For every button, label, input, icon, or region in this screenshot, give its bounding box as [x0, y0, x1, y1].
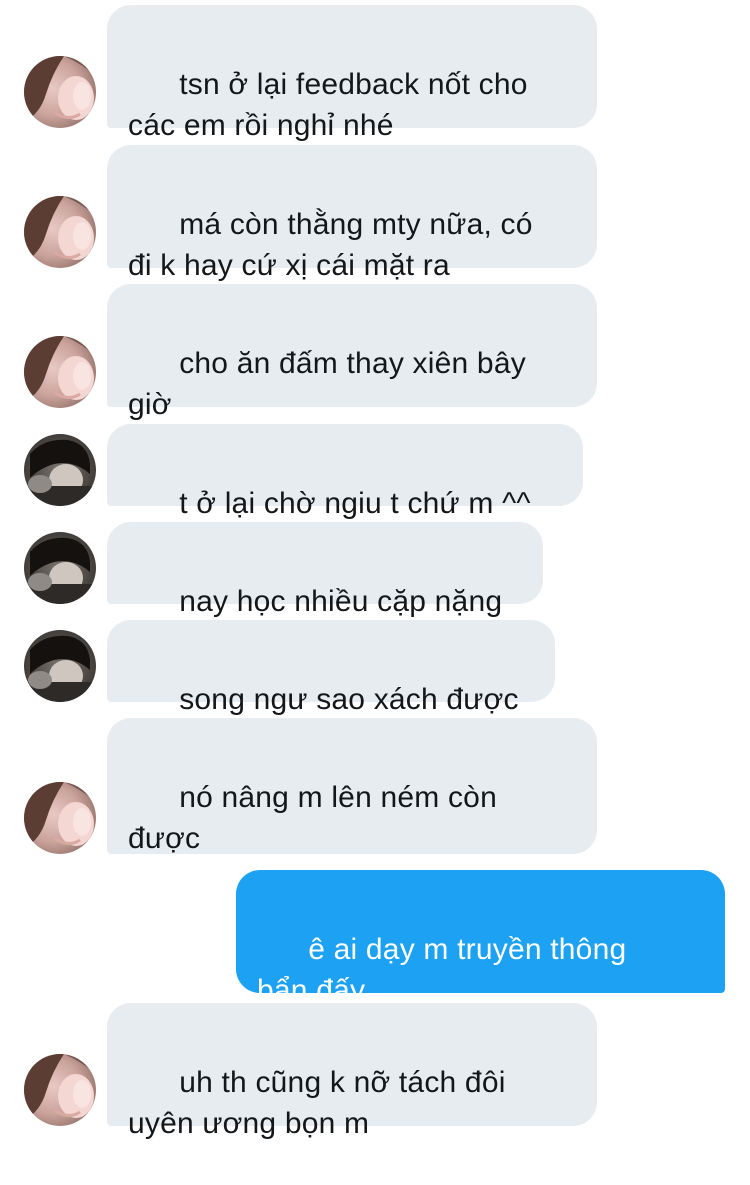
avatar-boy[interactable] [24, 630, 96, 702]
avatar-girl[interactable] [24, 1054, 96, 1126]
avatar-boy[interactable] [24, 434, 96, 506]
incoming-message-bubble[interactable]: nó nâng m lên ném còn được [107, 718, 597, 934]
incoming-message-bubble[interactable]: cho ăn đấm thay xiên bây giờ [107, 284, 597, 421]
incoming-message-bubble[interactable]: tsn ở lại feedback nốt cho các em rồi ng… [107, 5, 597, 142]
outgoing-message-bubble[interactable]: ê ai dạy m truyền thông bẩn đấy [236, 870, 725, 1007]
incoming-message-bubble[interactable]: t ở lại chờ ngiu t chứ m ^^ [107, 424, 583, 520]
avatar-girl[interactable] [24, 56, 96, 128]
incoming-message-bubble[interactable]: má còn thằng mty nữa, có đi k hay cứ xị … [107, 145, 597, 282]
avatar-boy[interactable] [24, 532, 96, 604]
dm-thread: tsn ở lại feedback nốt cho các em rồi ng… [0, 0, 750, 1140]
avatar-girl[interactable] [24, 782, 96, 854]
incoming-message-bubble[interactable]: nay học nhiều cặp nặng [107, 522, 543, 618]
message-text: song ngư sao xách được [179, 683, 519, 716]
message-text: má còn thằng mty nữa, có đi k hay cứ xị … [128, 208, 533, 282]
incoming-message-bubble[interactable]: song ngư sao xách được [107, 620, 555, 716]
message-text: nay học nhiều cặp nặng [179, 585, 503, 618]
message-text: nó nâng m lên ném còn được [128, 781, 497, 855]
avatar-girl[interactable] [24, 336, 96, 408]
avatar-girl[interactable] [24, 196, 96, 268]
message-text: t ở lại chờ ngiu t chứ m ^^ [179, 487, 531, 520]
incoming-message-bubble[interactable]: uh th cũng k nỡ tách đôi uyên ương bọn m [107, 1003, 597, 1140]
message-text: ê ai dạy m truyền thông bẩn đấy [257, 933, 627, 1007]
message-text: uh th cũng k nỡ tách đôi uyên ương bọn m [128, 1066, 506, 1140]
message-text: cho ăn đấm thay xiên bây giờ [128, 347, 526, 421]
message-text: tsn ở lại feedback nốt cho các em rồi ng… [128, 68, 528, 142]
